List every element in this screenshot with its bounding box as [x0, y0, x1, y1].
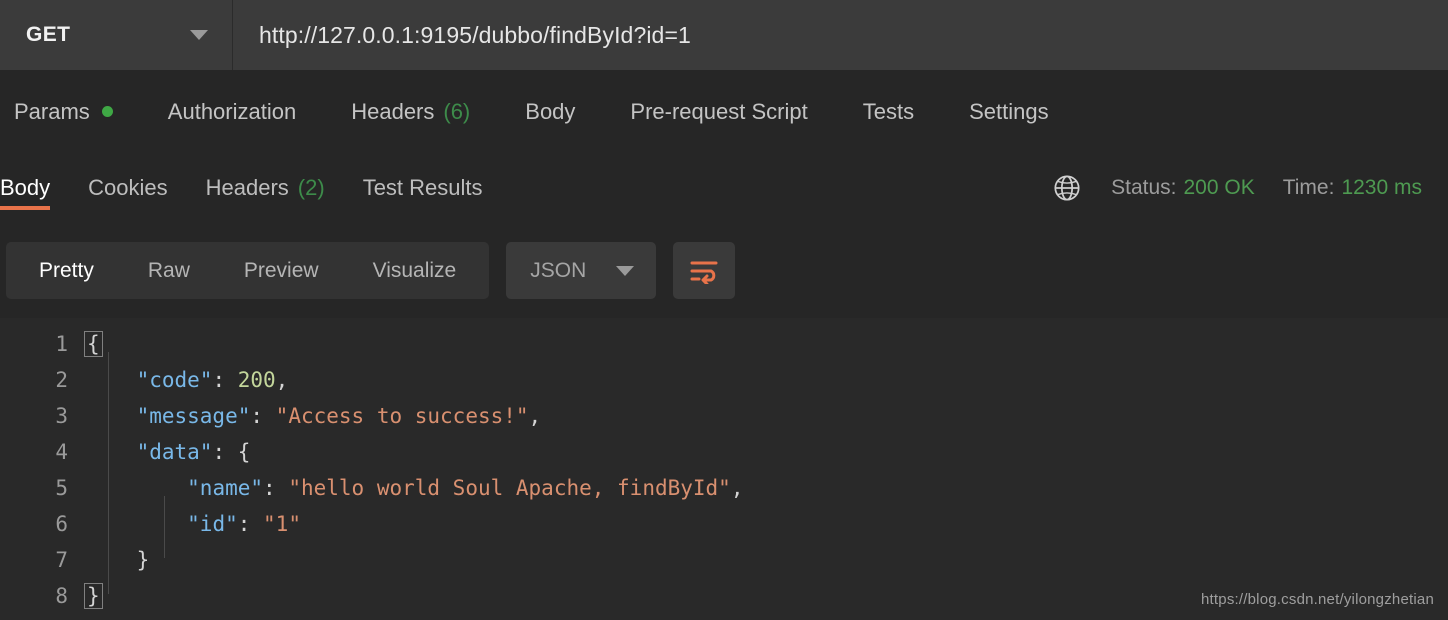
- http-method-label: GET: [26, 23, 71, 46]
- code-line-2: "code": 200,: [136, 368, 289, 392]
- code-line-6: "id": "1": [187, 512, 301, 536]
- postman-response-window: GET http://127.0.0.1:9195/dubbo/findById…: [0, 0, 1448, 620]
- response-tab-label: Body: [0, 175, 51, 200]
- response-tab-test-results[interactable]: Test Results: [363, 153, 483, 223]
- line-number: 8: [55, 584, 68, 608]
- status-badge: Status: 200 OK: [1111, 176, 1255, 200]
- status-label: Status:: [1111, 176, 1177, 199]
- line-number: 7: [55, 548, 68, 572]
- wrap-text-button[interactable]: [673, 242, 736, 299]
- code-line-3: "message": "Access to success!",: [136, 404, 542, 428]
- params-active-dot-icon: [101, 106, 113, 117]
- response-meta: Status: 200 OK Time: 1230 ms: [1053, 153, 1422, 223]
- json-value-code: 200: [237, 368, 276, 392]
- line-number: 4: [55, 440, 68, 464]
- request-tab-label: Pre-request Script: [630, 98, 808, 124]
- fold-guide-line: [108, 352, 109, 594]
- language-dropdown[interactable]: JSON: [506, 242, 657, 299]
- line-number: 2: [55, 368, 68, 392]
- json-value-message: "Access to success!": [275, 404, 529, 428]
- request-tab-label: Params: [14, 98, 90, 124]
- chevron-down-icon: [190, 30, 208, 40]
- chevron-down-icon: [616, 265, 635, 276]
- json-value-name: "hello world Soul Apache, findById": [288, 476, 731, 500]
- response-tab-body[interactable]: Body: [0, 153, 51, 223]
- format-tab-preview[interactable]: Preview: [217, 242, 346, 299]
- time-label: Time:: [1282, 176, 1335, 199]
- json-key-message: "message": [136, 404, 251, 428]
- watermark-text: https://blog.csdn.net/yilongzhetian: [1201, 591, 1434, 608]
- response-tab-headers[interactable]: Headers (2): [206, 153, 325, 223]
- code-line-7: }: [136, 548, 150, 572]
- time-badge: Time: 1230 ms: [1283, 176, 1422, 200]
- status-value: 200 OK: [1183, 176, 1255, 199]
- request-tab-label: Settings: [969, 98, 1049, 124]
- request-tab-tests[interactable]: Tests: [863, 99, 914, 125]
- json-code-block: { "code": 200, "message": "Access to suc…: [84, 326, 1448, 614]
- format-tab-pretty[interactable]: Pretty: [12, 242, 121, 299]
- request-tab-bar: Params Authorization Headers (6) Body Pr…: [0, 70, 1448, 154]
- response-tab-bar: Body Cookies Headers (2) Test Results St…: [0, 153, 1448, 223]
- response-tab-cookies[interactable]: Cookies: [88, 153, 167, 223]
- line-number: 1: [55, 332, 68, 356]
- request-tab-pre-request-script[interactable]: Pre-request Script: [630, 99, 807, 125]
- line-number: 6: [55, 512, 68, 536]
- request-tab-label: Headers: [351, 98, 435, 124]
- line-number-gutter: 1 2 3 4 5 6 7 8: [0, 326, 86, 614]
- request-headers-count: (6): [443, 98, 471, 124]
- json-key-id: "id": [187, 512, 238, 536]
- format-tab-group: Pretty Raw Preview Visualize: [6, 242, 490, 299]
- fold-guide-line-inner: [164, 496, 165, 558]
- request-tab-authorization[interactable]: Authorization: [168, 99, 296, 125]
- format-tab-raw[interactable]: Raw: [121, 242, 217, 299]
- request-url-bar: GET http://127.0.0.1:9195/dubbo/findById…: [0, 0, 1448, 70]
- request-tab-label: Body: [525, 98, 576, 124]
- response-format-toolbar: Pretty Raw Preview Visualize JSON: [0, 223, 1448, 318]
- response-tab-label: Cookies: [88, 175, 168, 200]
- response-headers-count: (2): [297, 175, 325, 200]
- response-body-viewer[interactable]: 1 2 3 4 5 6 7 8 { "code": 200, "message"…: [0, 318, 1448, 620]
- brace-close-highlight: }: [84, 583, 103, 609]
- wrap-text-icon: [690, 261, 718, 284]
- request-tab-label: Authorization: [167, 98, 297, 124]
- request-tab-label: Tests: [862, 98, 915, 124]
- url-text: http://127.0.0.1:9195/dubbo/findById?id=…: [259, 21, 691, 48]
- format-tab-visualize[interactable]: Visualize: [346, 242, 484, 299]
- brace-open-highlight: {: [84, 331, 103, 357]
- globe-icon[interactable]: [1053, 174, 1081, 202]
- request-tab-settings[interactable]: Settings: [969, 99, 1049, 125]
- response-tab-label: Test Results: [362, 175, 483, 200]
- json-key-name: "name": [187, 476, 264, 500]
- json-value-id: "1": [263, 512, 301, 536]
- line-number: 5: [55, 476, 68, 500]
- time-value: 1230 ms: [1341, 176, 1422, 199]
- json-key-code: "code": [136, 368, 213, 392]
- language-label: JSON: [530, 258, 587, 282]
- line-number: 3: [55, 404, 68, 428]
- code-line-1: {: [84, 326, 1448, 362]
- http-method-dropdown[interactable]: GET: [0, 0, 233, 70]
- request-tab-params[interactable]: Params: [14, 99, 113, 125]
- code-line-4: "data": {: [136, 440, 251, 464]
- json-key-data: "data": [136, 440, 213, 464]
- response-tabs: Body Cookies Headers (2) Test Results: [0, 153, 521, 223]
- request-tab-body[interactable]: Body: [525, 99, 575, 125]
- response-tab-label: Headers: [205, 175, 289, 200]
- request-tab-headers[interactable]: Headers (6): [351, 99, 470, 125]
- code-line-5: "name": "hello world Soul Apache, findBy…: [187, 476, 744, 500]
- url-input[interactable]: http://127.0.0.1:9195/dubbo/findById?id=…: [233, 0, 1448, 70]
